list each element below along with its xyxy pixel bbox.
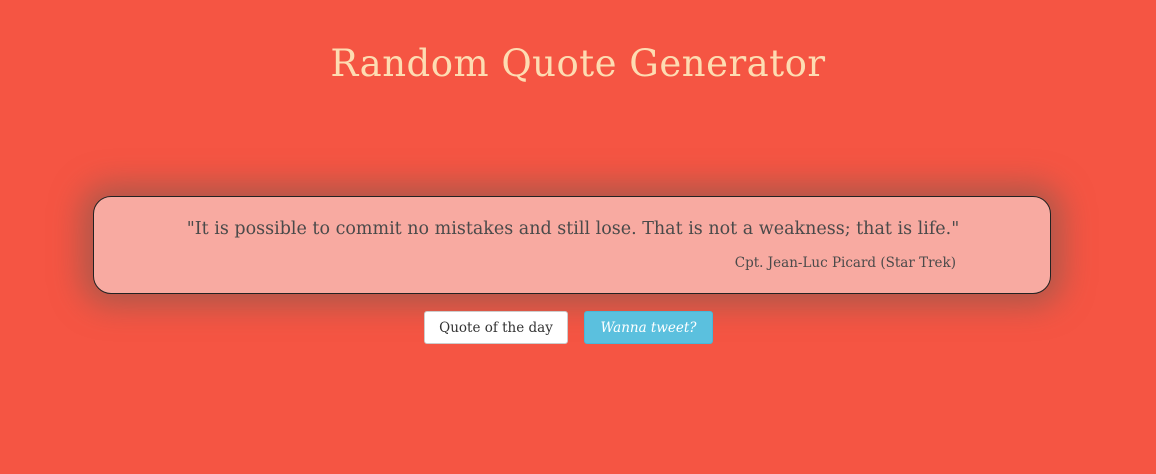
tweet-button[interactable]: Wanna tweet? [584,311,713,344]
quote-text: "It is possible to commit no mistakes an… [186,219,960,239]
quote-author: Cpt. Jean-Luc Picard (Star Trek) [734,255,956,271]
quote-card: "It is possible to commit no mistakes an… [93,196,1051,294]
page-title: Random Quote Generator [330,42,826,85]
quote-of-the-day-button[interactable]: Quote of the day [424,311,568,344]
